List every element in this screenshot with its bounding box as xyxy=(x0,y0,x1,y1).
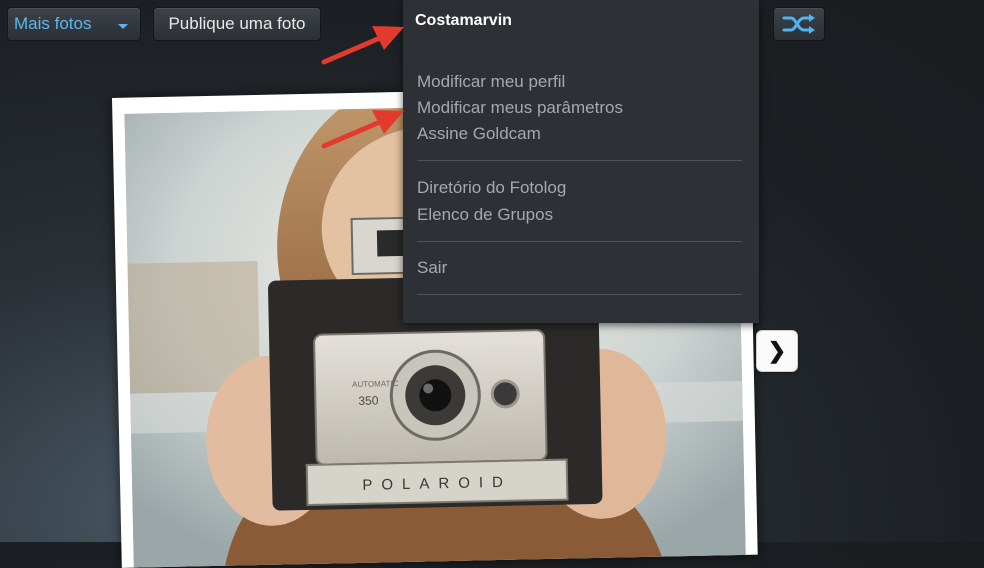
shuffle-icon xyxy=(782,14,815,34)
camera-brand-text: POLAROID xyxy=(362,474,512,494)
publish-photo-button[interactable]: Publique uma foto xyxy=(153,7,321,41)
menu-divider xyxy=(417,160,742,161)
menu-divider xyxy=(417,241,742,242)
annotation-arrow-username xyxy=(321,26,404,65)
menu-item-subscribe-goldcam[interactable]: Assine Goldcam xyxy=(417,124,541,144)
menu-username[interactable]: Costamarvin xyxy=(415,12,512,30)
menu-item-edit-settings[interactable]: Modificar meus parâmetros xyxy=(417,98,623,118)
shuffle-button[interactable] xyxy=(773,7,825,41)
menu-item-edit-profile[interactable]: Modificar meu perfil xyxy=(417,72,565,92)
more-photos-button[interactable]: Mais fotos xyxy=(7,7,141,41)
menu-item-groups-list[interactable]: Elenco de Grupos xyxy=(417,205,553,225)
menu-divider xyxy=(417,294,742,295)
publish-photo-label: Publique uma foto xyxy=(168,14,306,33)
user-menu: Costamarvin Modificar meu perfil Modific… xyxy=(403,0,759,323)
menu-item-logout[interactable]: Sair xyxy=(417,258,447,278)
camera-line-text: AUTOMATIC xyxy=(352,379,399,389)
next-photo-button[interactable]: ❯ xyxy=(756,330,798,372)
camera-model-text: 350 xyxy=(358,393,379,407)
more-photos-label: Mais fotos xyxy=(14,14,92,33)
menu-item-fotolog-directory[interactable]: Diretório do Fotolog xyxy=(417,178,566,198)
chevron-right-icon: ❯ xyxy=(767,338,787,363)
chevron-down-icon xyxy=(118,24,128,29)
